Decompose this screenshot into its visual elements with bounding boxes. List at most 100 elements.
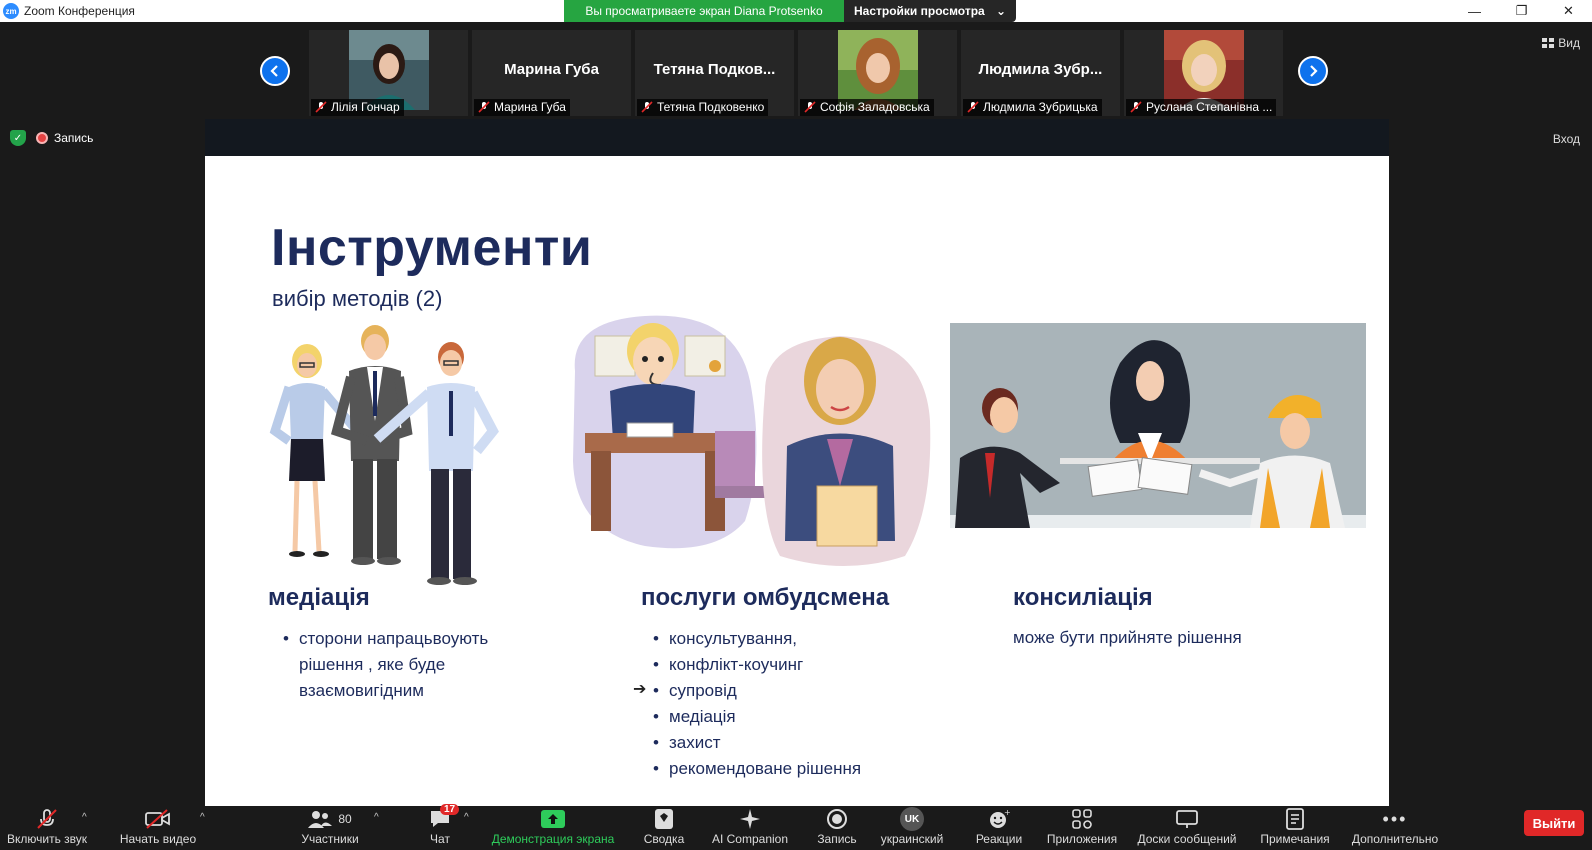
participants-icon	[308, 811, 333, 828]
summary-icon	[655, 809, 673, 829]
participant-tile[interactable]: Софія Заладовська	[798, 30, 957, 116]
share-banner: Вы просматриваете экран Diana Protsenko …	[564, 0, 1016, 22]
participants-caret-icon[interactable]: ^	[374, 812, 379, 823]
participant-tile[interactable]: Людмила Зубр... Людмила Зубрицька	[961, 30, 1120, 116]
restore-icon[interactable]: ❐	[1498, 0, 1545, 22]
apps-button[interactable]: Приложения	[1044, 806, 1120, 846]
recording-indicator[interactable]: Запись	[36, 131, 93, 145]
participant-tile[interactable]: Марина Губа Марина Губа	[472, 30, 631, 116]
ai-companion-button[interactable]: AI Companion	[708, 806, 792, 846]
participant-name-label: Руслана Степанівна ...	[1126, 99, 1277, 116]
muted-mic-icon	[967, 101, 979, 113]
list-item: захист	[653, 730, 933, 756]
video-off-icon	[145, 809, 170, 829]
muted-mic-icon	[1130, 101, 1142, 113]
conciliation-text: може бути прийняте рішення	[1013, 628, 1242, 647]
apps-icon	[1072, 809, 1092, 829]
chat-unread-badge: 17	[440, 804, 460, 815]
list-item: консультування,	[653, 626, 933, 652]
ombudsman-illustration	[573, 315, 931, 566]
participant-name-label: Софія Заладовська	[800, 99, 934, 116]
participant-name-label: Лілія Гончар	[311, 99, 404, 116]
whiteboards-button[interactable]: Доски сообщений	[1134, 806, 1240, 846]
chevron-down-icon: ⌄	[995, 4, 1006, 18]
view-settings-label: Настройки просмотра	[854, 4, 985, 18]
reactions-button[interactable]: + Реакции	[972, 806, 1026, 846]
window-controls: — ❐ ✕	[1451, 0, 1592, 22]
muted-mic-icon	[478, 101, 490, 113]
shared-slide: Інструменти вибір методів (2) медіація •…	[205, 156, 1389, 806]
participant-photo	[837, 30, 918, 110]
list-item: супровід	[653, 678, 933, 704]
notes-icon	[1286, 808, 1304, 830]
muted-mic-icon	[641, 101, 653, 113]
grid-view-icon	[1542, 38, 1555, 48]
meeting-toolbar: Включить звук ^ Начать видео ^ 80 Участн…	[0, 804, 1592, 850]
security-shield-icon[interactable]: ✓	[10, 130, 26, 146]
prev-page-button[interactable]	[260, 56, 290, 86]
mediation-heading: медіація	[268, 584, 370, 611]
zoom-logo-icon: zm	[3, 3, 19, 19]
recording-dot-icon	[36, 132, 48, 144]
slide-subtitle: вибір методів (2)	[272, 286, 443, 311]
more-dots-icon: •••	[1382, 808, 1408, 829]
participant-display-name: Тетяна Подков...	[653, 60, 776, 78]
language-button[interactable]: UK украинский	[876, 806, 948, 846]
participant-strip: Лілія Гончар Марина Губа Марина Губа Тет…	[309, 30, 1283, 116]
participants-button[interactable]: 80 Участники	[298, 806, 362, 846]
chevron-left-icon	[270, 65, 278, 77]
window-title: Zoom Конференция	[24, 4, 135, 18]
ombudsman-heading: послуги омбудсмена	[641, 584, 890, 611]
audio-options-caret-icon[interactable]: ^	[82, 812, 87, 823]
record-icon	[827, 809, 847, 829]
mediation-bullets: сторони напрацьвоують рішення , яке буде…	[283, 626, 533, 704]
notes-button[interactable]: Примечания	[1258, 806, 1332, 846]
participant-photo	[348, 30, 429, 110]
conciliation-illustration	[950, 323, 1366, 528]
list-item: конфлікт-коучинг	[653, 652, 933, 678]
view-button[interactable]: Вид	[1542, 36, 1580, 50]
participant-name-label: Тетяна Подковенко	[637, 99, 769, 116]
participant-photo	[1163, 30, 1244, 110]
ombudsman-bullets: консультування, конфлікт-коучинг супрові…	[653, 626, 933, 782]
arrow-pointer-icon: ➔	[633, 681, 647, 698]
minimize-icon[interactable]: —	[1451, 0, 1498, 22]
list-item: сторони напрацьвоують рішення , яке буде…	[283, 626, 533, 704]
meeting-status: ✓ Запись	[10, 130, 93, 146]
sparkle-icon	[740, 809, 760, 829]
zoom-window: zm Zoom Конференция Вы просматриваете эк…	[0, 0, 1592, 850]
participants-count: 80	[338, 812, 352, 826]
participant-tile[interactable]: Лілія Гончар	[309, 30, 468, 116]
participant-name-label: Людмила Зубрицька	[963, 99, 1102, 116]
participant-display-name: Людмила Зубр...	[978, 60, 1103, 78]
whiteboard-icon	[1176, 810, 1198, 828]
shared-screen-header	[205, 119, 1389, 157]
unmute-button[interactable]: Включить звук	[6, 806, 88, 846]
record-button[interactable]: Запись	[814, 806, 860, 846]
list-item: рекомендоване рішення	[653, 756, 933, 782]
participant-tile[interactable]: Тетяна Подков... Тетяна Подковенко	[635, 30, 794, 116]
participant-name-label: Марина Губа	[474, 99, 570, 116]
summary-button[interactable]: Сводка	[640, 806, 688, 846]
view-settings-button[interactable]: Настройки просмотра ⌄	[844, 0, 1016, 22]
conciliation-heading: консиліація	[1013, 584, 1153, 611]
mediation-illustration	[269, 325, 499, 585]
next-page-button[interactable]	[1298, 56, 1328, 86]
chat-caret-icon[interactable]: ^	[464, 812, 469, 823]
muted-mic-icon	[804, 101, 816, 113]
muted-mic-icon	[37, 809, 57, 829]
list-item: медіація	[653, 704, 933, 730]
close-icon[interactable]: ✕	[1545, 0, 1592, 22]
more-button[interactable]: ••• Дополнительно	[1350, 806, 1440, 847]
participant-display-name: Марина Губа	[504, 60, 599, 78]
svg-text:+: +	[1004, 808, 1010, 817]
enter-button[interactable]: Вход	[1553, 132, 1580, 146]
video-options-caret-icon[interactable]: ^	[200, 812, 205, 823]
participant-tile[interactable]: Руслана Степанівна ...	[1124, 30, 1283, 116]
share-status-text: Вы просматриваете экран Diana Protsenko	[564, 0, 844, 22]
start-video-button[interactable]: Начать видео	[118, 806, 198, 846]
slide-title: Інструменти	[271, 219, 593, 277]
muted-mic-icon	[315, 101, 327, 113]
share-screen-button[interactable]: Демонстрация экрана	[490, 806, 616, 846]
leave-meeting-button[interactable]: Выйти	[1524, 810, 1584, 836]
